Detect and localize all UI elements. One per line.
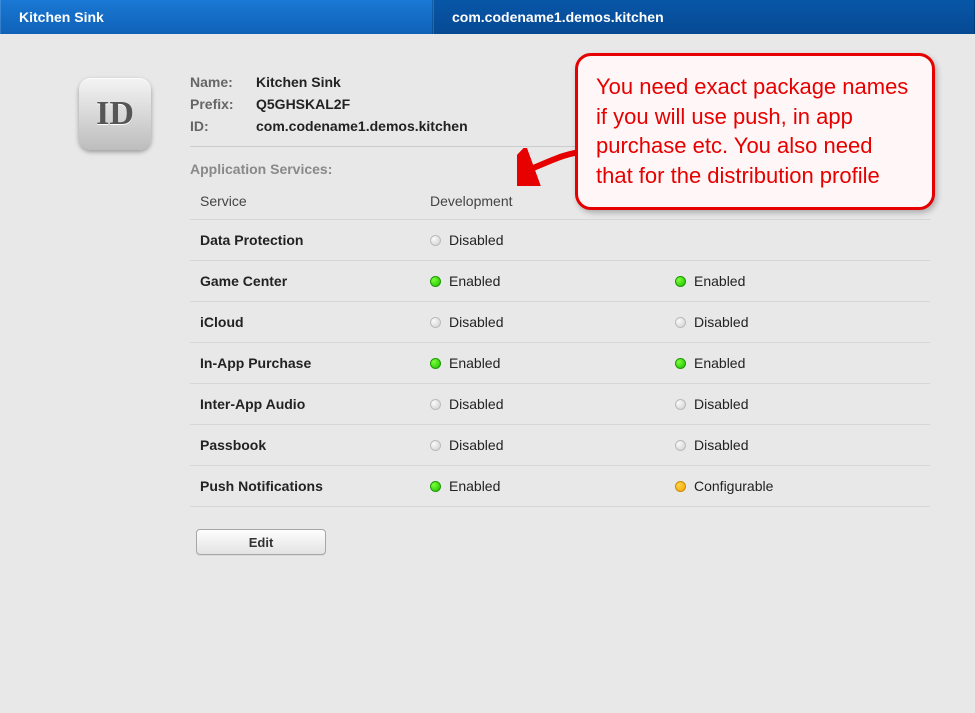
status-dot-icon <box>430 399 441 410</box>
edit-button[interactable]: Edit <box>196 529 326 555</box>
status-text: Disabled <box>694 314 748 330</box>
name-value: Kitchen Sink <box>256 74 341 90</box>
status-dot-icon <box>430 358 441 369</box>
service-name: In-App Purchase <box>200 355 430 371</box>
edit-button-label: Edit <box>249 535 274 550</box>
table-row: Inter-App Audio Disabled Disabled <box>190 384 930 425</box>
status-text: Disabled <box>449 437 503 453</box>
service-dev-status: Enabled <box>430 273 675 289</box>
table-row: Game Center Enabled Enabled <box>190 261 930 302</box>
id-value: com.codename1.demos.kitchen <box>256 118 468 134</box>
status-text: Disabled <box>694 396 748 412</box>
tab-kitchen-sink[interactable]: Kitchen Sink <box>0 0 433 34</box>
service-dist-status: Disabled <box>675 437 920 453</box>
tab-label: com.codename1.demos.kitchen <box>452 9 664 25</box>
tab-bar: Kitchen Sink com.codename1.demos.kitchen <box>0 0 975 34</box>
status-dot-icon <box>430 235 441 246</box>
service-dev-status: Enabled <box>430 355 675 371</box>
annotation-text: You need exact package names if you will… <box>596 74 908 188</box>
status-dot-icon <box>675 276 686 287</box>
status-dot-icon <box>430 276 441 287</box>
service-name: Data Protection <box>200 232 430 248</box>
status-dot-icon <box>675 358 686 369</box>
service-dist-status: Configurable <box>675 478 920 494</box>
status-text: Disabled <box>449 314 503 330</box>
prefix-label: Prefix: <box>190 96 256 112</box>
name-label: Name: <box>190 74 256 90</box>
status-dot-icon <box>675 440 686 451</box>
status-text: Configurable <box>694 478 773 494</box>
service-dist-status: Enabled <box>675 355 920 371</box>
icon-column: ID <box>40 74 190 555</box>
status-dot-icon <box>675 317 686 328</box>
status-text: Disabled <box>449 232 503 248</box>
services-table: Service Development Data ProtectionDisab… <box>190 187 930 507</box>
table-row: Push Notifications Enabled Configurable <box>190 466 930 507</box>
service-name: iCloud <box>200 314 430 330</box>
service-dev-status: Disabled <box>430 232 675 248</box>
table-row: Passbook Disabled Disabled <box>190 425 930 466</box>
service-dist-status: Disabled <box>675 314 920 330</box>
service-dist-status: Disabled <box>675 396 920 412</box>
service-dev-status: Disabled <box>430 437 675 453</box>
service-dist-status: Enabled <box>675 273 920 289</box>
service-dev-status: Disabled <box>430 314 675 330</box>
tab-label: Kitchen Sink <box>19 9 104 25</box>
edit-row: Edit <box>190 529 930 555</box>
service-name: Game Center <box>200 273 430 289</box>
status-dot-icon <box>430 481 441 492</box>
table-row: Data Protection Disabled <box>190 220 930 261</box>
tab-package-id[interactable]: com.codename1.demos.kitchen <box>433 0 975 34</box>
status-text: Disabled <box>694 437 748 453</box>
app-id-icon-text: ID <box>96 95 134 133</box>
service-dev-status: Disabled <box>430 396 675 412</box>
service-name: Push Notifications <box>200 478 430 494</box>
status-text: Enabled <box>449 355 500 371</box>
status-dot-icon <box>430 440 441 451</box>
status-dot-icon <box>675 399 686 410</box>
status-text: Enabled <box>449 478 500 494</box>
app-id-icon: ID <box>79 78 151 150</box>
status-text: Disabled <box>449 396 503 412</box>
table-row: In-App Purchase Enabled Enabled <box>190 343 930 384</box>
status-dot-icon <box>675 481 686 492</box>
service-dev-status: Enabled <box>430 478 675 494</box>
status-text: Enabled <box>694 273 745 289</box>
annotation-callout: You need exact package names if you will… <box>575 53 935 210</box>
col-service: Service <box>200 193 430 209</box>
service-name: Passbook <box>200 437 430 453</box>
status-text: Enabled <box>694 355 745 371</box>
prefix-value: Q5GHSKAL2F <box>256 96 350 112</box>
table-row: iCloud Disabled Disabled <box>190 302 930 343</box>
status-dot-icon <box>430 317 441 328</box>
service-name: Inter-App Audio <box>200 396 430 412</box>
id-label: ID: <box>190 118 256 134</box>
status-text: Enabled <box>449 273 500 289</box>
